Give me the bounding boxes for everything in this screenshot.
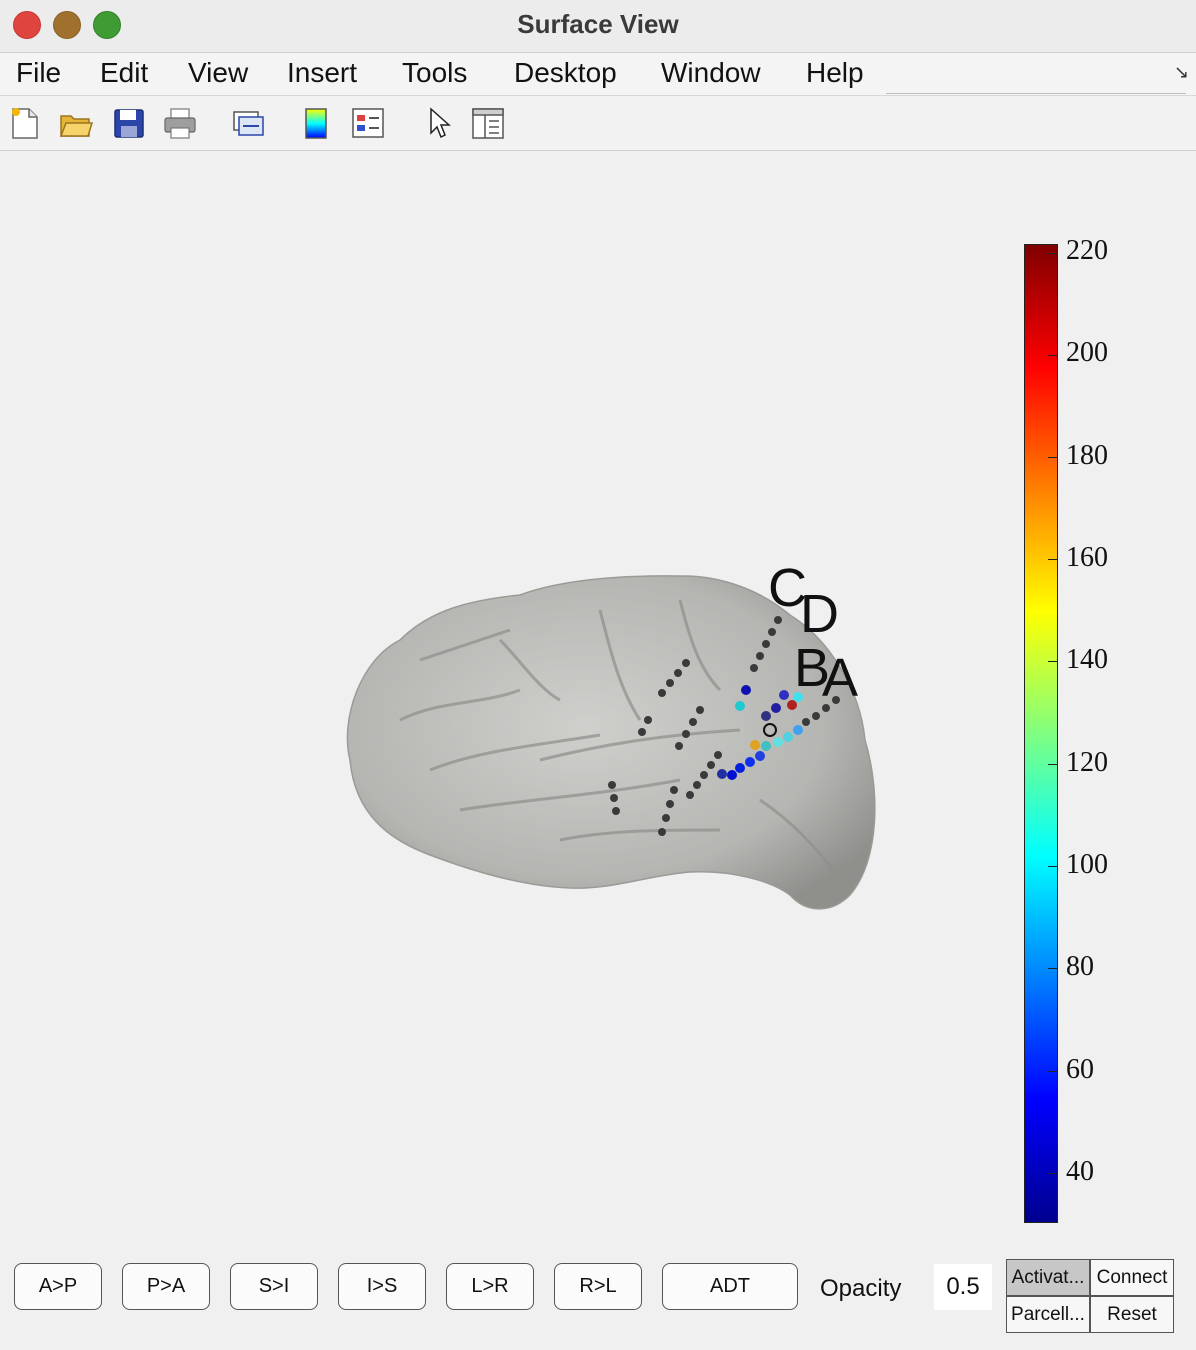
- property-inspector-icon[interactable]: [470, 106, 506, 140]
- colorbar-tick: [1048, 866, 1057, 867]
- colorbar-tick-label: 160: [1066, 542, 1108, 573]
- link-icon[interactable]: [230, 106, 266, 140]
- menu-divider: [886, 93, 1186, 94]
- view-left-right-button[interactable]: L>R: [446, 1263, 534, 1310]
- menu-file[interactable]: File: [16, 57, 61, 89]
- colorbar-tick-label: 220: [1066, 235, 1108, 266]
- window-title: Surface View: [517, 9, 679, 39]
- menu-desktop[interactable]: Desktop: [514, 57, 617, 89]
- colorbar-tick-label: 200: [1066, 337, 1108, 368]
- electrode-label-d: D: [800, 584, 839, 644]
- view-superior-inferior-button[interactable]: S>I: [230, 1263, 318, 1310]
- toolbar: [0, 96, 1196, 151]
- menu-bar: File Edit View Insert Tools Desktop Wind…: [0, 53, 1196, 96]
- colorbar-tick-label: 80: [1066, 951, 1094, 982]
- brain-surface: [346, 575, 876, 910]
- activation-button[interactable]: Activat...: [1006, 1259, 1090, 1296]
- colorbar-tick: [1048, 661, 1057, 662]
- view-anterior-posterior-button[interactable]: A>P: [14, 1263, 102, 1310]
- menu-edit[interactable]: Edit: [100, 57, 148, 89]
- new-figure-icon[interactable]: [7, 106, 43, 140]
- colorbar-tick-label: 120: [1066, 747, 1108, 778]
- colorbar-tick: [1048, 355, 1057, 356]
- adt-button[interactable]: ADT: [662, 1263, 798, 1310]
- colorbar-tick: [1048, 968, 1057, 969]
- colorbar-tick-label: 60: [1066, 1054, 1094, 1085]
- colorbar-tick: [1048, 253, 1057, 254]
- connect-button[interactable]: Connect: [1090, 1259, 1174, 1296]
- colorbar-tick: [1048, 1173, 1057, 1174]
- opacity-label: Opacity: [820, 1275, 902, 1302]
- open-file-icon[interactable]: [58, 106, 94, 140]
- opacity-input[interactable]: [934, 1264, 992, 1310]
- legend-icon[interactable]: [350, 106, 386, 140]
- parcellation-button[interactable]: Parcell...: [1006, 1296, 1090, 1333]
- view-inferior-superior-button[interactable]: I>S: [338, 1263, 426, 1310]
- colorbar-tick: [1048, 764, 1057, 765]
- surface-axes[interactable]: C D B A: [0, 151, 1196, 1241]
- brain-surface-render[interactable]: [0, 151, 1196, 1241]
- colorbar-tick-label: 40: [1066, 1156, 1094, 1187]
- colorbar-tick: [1048, 1071, 1057, 1072]
- colorbar-tick: [1048, 457, 1057, 458]
- title-bar: Surface View: [0, 0, 1196, 53]
- colorbar-tick: [1048, 559, 1057, 560]
- menu-tools[interactable]: Tools: [402, 57, 467, 89]
- colorbar-icon[interactable]: [298, 106, 334, 140]
- electrode-label-a: A: [822, 648, 859, 708]
- colorbar-tick-label: 140: [1066, 644, 1108, 675]
- colorbar[interactable]: [1024, 244, 1058, 1223]
- view-posterior-anterior-button[interactable]: P>A: [122, 1263, 210, 1310]
- save-icon[interactable]: [111, 106, 147, 140]
- menu-help[interactable]: Help: [806, 57, 864, 89]
- pointer-icon[interactable]: [420, 106, 456, 140]
- print-icon[interactable]: [162, 106, 198, 140]
- dock-arrow-icon[interactable]: ↘: [1174, 62, 1189, 83]
- menu-insert[interactable]: Insert: [287, 57, 357, 89]
- colorbar-tick-label: 180: [1066, 440, 1108, 471]
- colorbar-tick-label: 100: [1066, 849, 1108, 880]
- menu-view[interactable]: View: [188, 57, 248, 89]
- view-right-left-button[interactable]: R>L: [554, 1263, 642, 1310]
- menu-window[interactable]: Window: [661, 57, 761, 89]
- reset-button[interactable]: Reset: [1090, 1296, 1174, 1333]
